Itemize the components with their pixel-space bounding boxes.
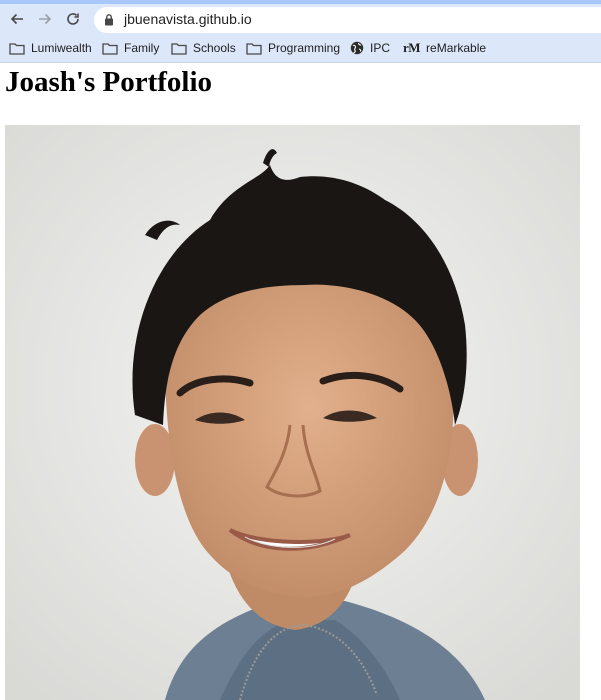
bookmarks-bar: Lumiwealth Family Schools Programming IP… [0, 34, 601, 63]
folder-icon [9, 42, 25, 55]
page-title: Joash's Portfolio [5, 66, 213, 98]
back-button[interactable] [6, 8, 28, 30]
bookmark-label: Family [124, 41, 160, 55]
bookmark-label: Schools [193, 41, 236, 55]
bookmark-label: IPC [370, 41, 391, 55]
bookmark-label: Lumiwealth [31, 41, 92, 55]
folder-icon [246, 42, 262, 55]
address-bar[interactable]: jbuenavista.github.io [94, 7, 601, 33]
portrait-photo [5, 125, 580, 700]
forward-button[interactable] [34, 8, 56, 30]
bookmark-remarkable[interactable]: rM reMarkable [403, 38, 486, 58]
globe-icon [350, 41, 364, 55]
folder-icon [102, 42, 118, 55]
folder-icon [171, 42, 187, 55]
bookmark-programming[interactable]: Programming [246, 38, 340, 58]
bookmark-label: reMarkable [426, 41, 487, 55]
bookmark-schools[interactable]: Schools [171, 38, 236, 58]
lock-icon [104, 13, 114, 31]
arrow-left-icon [10, 13, 23, 25]
url-text: jbuenavista.github.io [124, 11, 252, 27]
reload-icon [67, 13, 79, 25]
reload-button[interactable] [62, 8, 84, 30]
bookmark-family[interactable]: Family [102, 38, 159, 58]
browser-toolbar: jbuenavista.github.io [0, 4, 601, 34]
arrow-right-icon [39, 13, 52, 25]
bookmark-label: Programming [268, 41, 341, 55]
bookmark-ipc[interactable]: IPC [350, 38, 390, 58]
bookmark-lumiwealth[interactable]: Lumiwealth [9, 38, 92, 58]
remarkable-logo: rM [403, 40, 421, 55]
